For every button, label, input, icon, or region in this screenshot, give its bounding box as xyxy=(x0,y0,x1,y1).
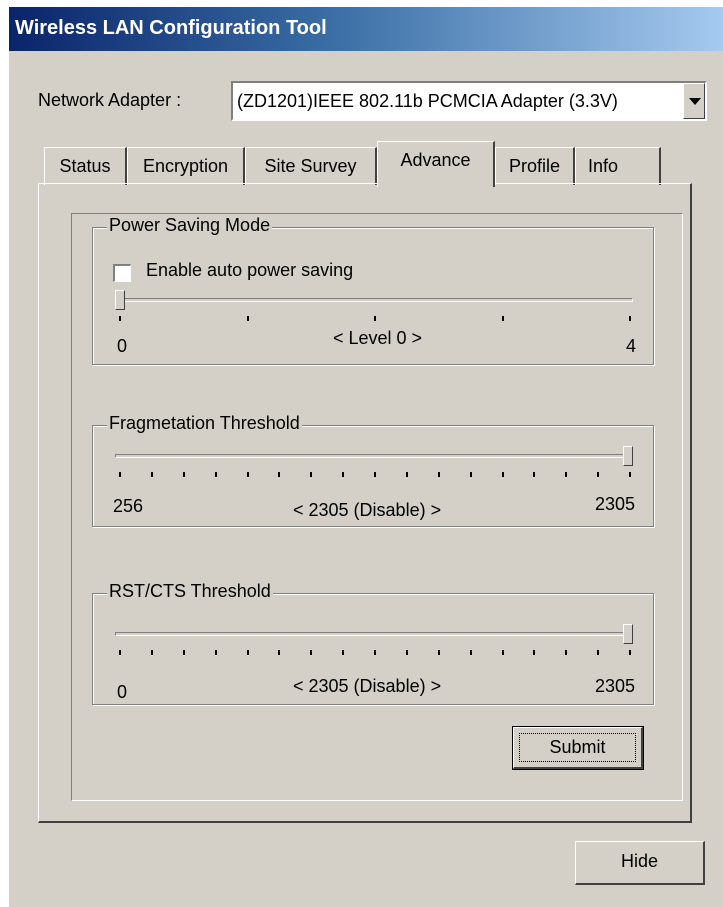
fragmentation-slider-track[interactable] xyxy=(115,454,633,458)
tab-encryption[interactable]: Encryption xyxy=(127,147,245,185)
slider-tick xyxy=(501,316,504,321)
tab-info-label: Info xyxy=(588,156,619,176)
hide-label: Hide xyxy=(620,851,659,871)
power-saving-group: Power Saving Mode Enable auto power savi… xyxy=(92,215,654,365)
tab-profile-label: Profile xyxy=(508,156,561,176)
slider-tick xyxy=(214,472,217,477)
power-saving-ticks xyxy=(115,316,633,324)
tab-advance[interactable]: Advance xyxy=(377,141,495,187)
slider-tick xyxy=(469,472,472,477)
checkbox-unchecked-icon[interactable] xyxy=(113,264,131,282)
slider-tick xyxy=(597,472,600,477)
slider-tick xyxy=(150,472,153,477)
title-bar[interactable]: Wireless LAN Configuration Tool xyxy=(9,7,723,51)
slider-tick xyxy=(629,650,631,655)
power-saving-slider-track[interactable] xyxy=(115,298,633,302)
fragmentation-title: Fragmetation Threshold xyxy=(107,413,302,434)
submit-label: Submit xyxy=(549,737,606,757)
power-saving-slider-thumb[interactable] xyxy=(115,290,125,310)
rts-cts-min: 0 xyxy=(117,682,128,702)
rts-cts-slider-track[interactable] xyxy=(115,632,633,636)
tab-site-survey-label: Site Survey xyxy=(264,156,357,176)
slider-tick xyxy=(469,650,472,655)
slider-tick xyxy=(405,472,408,477)
tab-status[interactable]: Status xyxy=(44,147,127,185)
rts-cts-ticks xyxy=(115,650,633,658)
fragmentation-max: 2305 xyxy=(595,494,636,514)
slider-tick xyxy=(629,316,631,321)
slider-tick xyxy=(182,650,185,655)
tab-advance-label: Advance xyxy=(400,150,471,170)
power-saving-min: 0 xyxy=(117,336,128,356)
slider-tick xyxy=(374,316,376,321)
rts-cts-value: < 2305 (Disable) > xyxy=(293,676,442,696)
slider-tick xyxy=(246,650,249,655)
power-saving-level: < Level 0 > xyxy=(333,328,423,348)
slider-tick xyxy=(533,472,536,477)
tab-info[interactable]: Info xyxy=(575,147,661,185)
slider-tick xyxy=(374,650,376,655)
slider-tick xyxy=(629,472,631,477)
slider-tick xyxy=(565,650,568,655)
slider-tick xyxy=(119,650,121,655)
slider-tick xyxy=(597,650,600,655)
fragmentation-slider-thumb[interactable] xyxy=(623,446,633,466)
fragmentation-value: < 2305 (Disable) > xyxy=(293,500,442,520)
rts-cts-title: RST/CTS Threshold xyxy=(107,581,273,602)
chevron-down-icon xyxy=(689,98,701,105)
rts-cts-max: 2305 xyxy=(595,676,636,696)
slider-tick xyxy=(246,316,249,321)
submit-button[interactable]: Submit xyxy=(512,726,644,770)
slider-tick xyxy=(342,650,345,655)
network-adapter-label: Network Adapter : xyxy=(38,90,182,110)
slider-tick xyxy=(342,472,345,477)
slider-tick xyxy=(214,650,217,655)
slider-tick xyxy=(310,650,313,655)
slider-tick xyxy=(437,472,440,477)
tab-status-label: Status xyxy=(59,156,111,176)
slider-tick xyxy=(405,650,408,655)
power-saving-max: 4 xyxy=(626,336,637,356)
enable-power-saving-label[interactable]: Enable auto power saving xyxy=(146,260,353,281)
power-saving-title: Power Saving Mode xyxy=(107,215,273,236)
slider-tick xyxy=(501,650,504,655)
network-adapter-value: (ZD1201)IEEE 802.11b PCMCIA Adapter (3.3… xyxy=(237,91,618,111)
slider-tick xyxy=(437,650,440,655)
rts-cts-slider-thumb[interactable] xyxy=(623,624,633,644)
fragmentation-ticks xyxy=(115,472,633,480)
rts-cts-group: RST/CTS Threshold 0 < 2305 (Disable) > 2… xyxy=(92,581,654,705)
fragmentation-min: 256 xyxy=(113,496,144,516)
slider-tick xyxy=(246,472,249,477)
tab-site-survey[interactable]: Site Survey xyxy=(245,147,377,185)
slider-tick xyxy=(533,650,536,655)
wlan-config-window: Wireless LAN Configuration Tool Network … xyxy=(8,6,723,907)
dropdown-button[interactable] xyxy=(683,83,705,119)
network-adapter-select[interactable]: (ZD1201)IEEE 802.11b PCMCIA Adapter (3.3… xyxy=(231,81,707,121)
slider-tick xyxy=(565,472,568,477)
tab-profile[interactable]: Profile xyxy=(495,147,575,185)
slider-tick xyxy=(119,472,121,477)
tab-encryption-label: Encryption xyxy=(142,156,229,176)
slider-tick xyxy=(310,472,313,477)
slider-tick xyxy=(182,472,185,477)
slider-tick xyxy=(278,472,281,477)
hide-button[interactable]: Hide xyxy=(575,841,705,885)
window-title: Wireless LAN Configuration Tool xyxy=(15,17,327,39)
slider-tick xyxy=(278,650,281,655)
slider-tick xyxy=(119,316,121,321)
slider-tick xyxy=(501,472,504,477)
slider-tick xyxy=(150,650,153,655)
fragmentation-group: Fragmetation Threshold 256 < 2305 (Disab… xyxy=(92,413,654,527)
slider-tick xyxy=(374,472,376,477)
